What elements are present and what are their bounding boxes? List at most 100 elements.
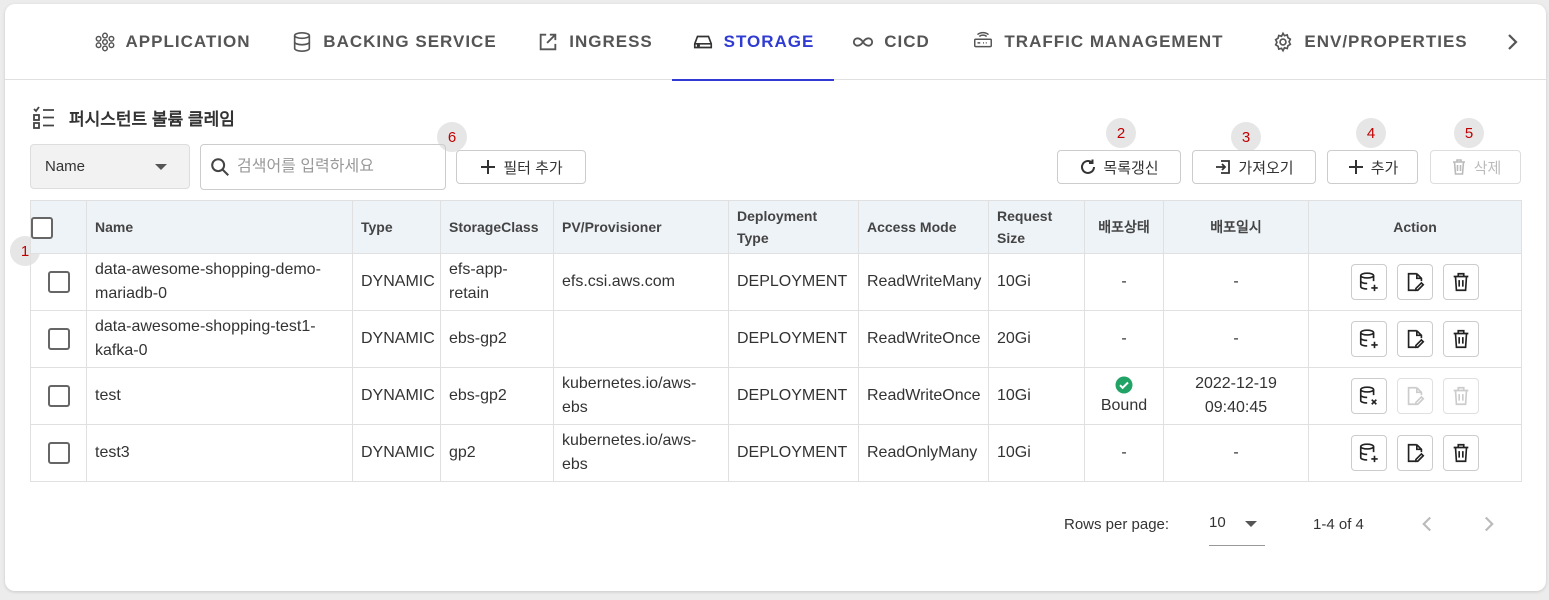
add-filter-button[interactable]: 필터 추가: [456, 150, 586, 184]
cell-status: Bound: [1084, 367, 1164, 425]
hexagon-network-icon: [95, 32, 114, 52]
edit-icon: [1407, 272, 1425, 292]
add-label: 추가: [1370, 159, 1399, 177]
row-checkbox[interactable]: [47, 441, 70, 464]
database-remove-icon: [1359, 386, 1377, 405]
col-action: Action: [1308, 200, 1522, 254]
cell-request-size: 10Gi: [988, 253, 1085, 311]
col-access-mode[interactable]: Access Mode: [858, 200, 989, 254]
col-status[interactable]: 배포상태: [1084, 200, 1164, 254]
tab-ingress[interactable]: INGRESS: [535, 4, 655, 80]
import-label: 가져오기: [1238, 159, 1294, 177]
refresh-button[interactable]: 목록갱신: [1057, 150, 1181, 184]
col-storage-class[interactable]: StorageClass: [440, 200, 554, 254]
delete-row-button[interactable]: [1443, 321, 1479, 357]
delete-row-button[interactable]: [1443, 264, 1479, 300]
chevron-right-icon[interactable]: [1476, 511, 1502, 537]
cell-name: data-awesome-shopping-demo-mariadb-0: [86, 253, 353, 311]
cell-access-mode: ReadWriteOnce: [858, 367, 989, 425]
edit-button[interactable]: [1397, 321, 1433, 357]
row-select-cell: [30, 310, 87, 368]
tab-backing-service[interactable]: BACKING SERVICE: [289, 4, 499, 80]
row-checkbox[interactable]: [47, 384, 70, 407]
marker-2: 2: [1106, 118, 1136, 148]
tab-traffic-management[interactable]: TRAFFIC MANAGEMENT: [968, 4, 1228, 80]
delete-row-button[interactable]: [1443, 435, 1479, 471]
cell-deployed-at: -: [1163, 424, 1309, 482]
chevron-left-icon[interactable]: [1414, 511, 1440, 537]
select-all-cell: [30, 200, 87, 254]
cell-actions: [1308, 367, 1522, 425]
table-row[interactable]: data-awesome-shopping-demo-mariadb-0 DYN…: [30, 253, 1522, 311]
cell-deployment-type: DEPLOYMENT: [728, 253, 859, 311]
deploy-button[interactable]: [1351, 435, 1387, 471]
cell-provisioner: kubernetes.io/aws-ebs: [553, 367, 729, 425]
table-row[interactable]: test3 DYNAMIC gp2 kubernetes.io/aws-ebs …: [30, 424, 1522, 482]
col-provisioner[interactable]: PV/Provisioner: [553, 200, 729, 254]
cell-provisioner: kubernetes.io/aws-ebs: [553, 424, 729, 482]
marker-4: 4: [1356, 118, 1386, 148]
cell-deployment-type: DEPLOYMENT: [728, 424, 859, 482]
tab-label: TRAFFIC MANAGEMENT: [1004, 32, 1224, 51]
marker-3: 3: [1231, 122, 1261, 152]
deploy-button[interactable]: [1351, 321, 1387, 357]
rows-per-page-value: 10: [1209, 514, 1226, 531]
plus-icon: [481, 160, 496, 174]
row-checkbox[interactable]: [47, 327, 70, 350]
col-request-size[interactable]: Request Size: [988, 200, 1085, 254]
tab-application[interactable]: APPLICATION: [87, 4, 257, 80]
table-row[interactable]: test DYNAMIC ebs-gp2 kubernetes.io/aws-e…: [30, 367, 1522, 425]
cell-actions: [1308, 424, 1522, 482]
cell-type: DYNAMIC: [352, 367, 441, 425]
table-header-row: Name Type StorageClass PV/Provisioner De…: [30, 200, 1522, 254]
tab-storage[interactable]: STORAGE: [672, 4, 834, 81]
rows-per-page-select[interactable]: 10: [1209, 508, 1265, 546]
row-checkbox[interactable]: [47, 270, 70, 293]
col-name[interactable]: Name: [86, 200, 353, 254]
search-icon: [211, 158, 229, 176]
tab-bar: APPLICATION BACKING SERVICE INGRESS STOR…: [5, 4, 1546, 81]
check-circle-icon: [1115, 376, 1133, 394]
trash-icon: [1453, 386, 1469, 406]
tab-label: CICD: [884, 32, 930, 51]
trash-icon: [1452, 159, 1465, 175]
undeploy-button[interactable]: [1351, 378, 1387, 414]
search-field-select[interactable]: Name: [30, 144, 190, 189]
delete-button[interactable]: 삭제: [1430, 150, 1521, 184]
search-input[interactable]: [237, 158, 427, 176]
chevron-right-icon[interactable]: [1500, 30, 1524, 54]
delete-row-button[interactable]: [1443, 378, 1479, 414]
cell-request-size: 10Gi: [988, 367, 1085, 425]
cell-deployed-at: -: [1163, 253, 1309, 311]
status-badge: Bound: [1100, 397, 1148, 414]
infinity-icon: [853, 37, 874, 47]
col-deployment-type[interactable]: Deployment Type: [728, 200, 859, 254]
col-deployed-at[interactable]: 배포일시: [1163, 200, 1309, 254]
tab-env-properties[interactable]: ENV/PROPERTIES: [1267, 4, 1473, 80]
cell-name: test3: [86, 424, 353, 482]
add-button[interactable]: 추가: [1327, 150, 1418, 184]
tab-label: INGRESS: [569, 32, 653, 51]
tab-cicd[interactable]: CICD: [848, 4, 934, 80]
edit-button[interactable]: [1397, 378, 1433, 414]
col-type[interactable]: Type: [352, 200, 441, 254]
search-field-value: Name: [45, 158, 86, 175]
page-title-text: 퍼시스턴트 볼륨 클레임: [69, 109, 235, 129]
cell-status: -: [1084, 310, 1164, 368]
cell-provisioner: [553, 310, 729, 368]
gear-icon: [1274, 31, 1292, 53]
edit-button[interactable]: [1397, 264, 1433, 300]
trash-icon: [1453, 443, 1469, 463]
rows-per-page-label: Rows per page:: [1064, 516, 1170, 533]
select-all-checkbox[interactable]: [31, 216, 53, 239]
table-row[interactable]: data-awesome-shopping-test1-kafka-0 DYNA…: [30, 310, 1522, 368]
main-card: APPLICATION BACKING SERVICE INGRESS STOR…: [5, 4, 1546, 591]
external-link-icon: [539, 33, 557, 51]
checklist-icon: [33, 106, 54, 129]
import-button[interactable]: 가져오기: [1192, 150, 1316, 184]
edit-button[interactable]: [1397, 435, 1433, 471]
cell-type: DYNAMIC: [352, 310, 441, 368]
deploy-button[interactable]: [1351, 264, 1387, 300]
cell-storage-class: efs-app-retain: [440, 253, 554, 311]
cell-storage-class: gp2: [440, 424, 554, 482]
